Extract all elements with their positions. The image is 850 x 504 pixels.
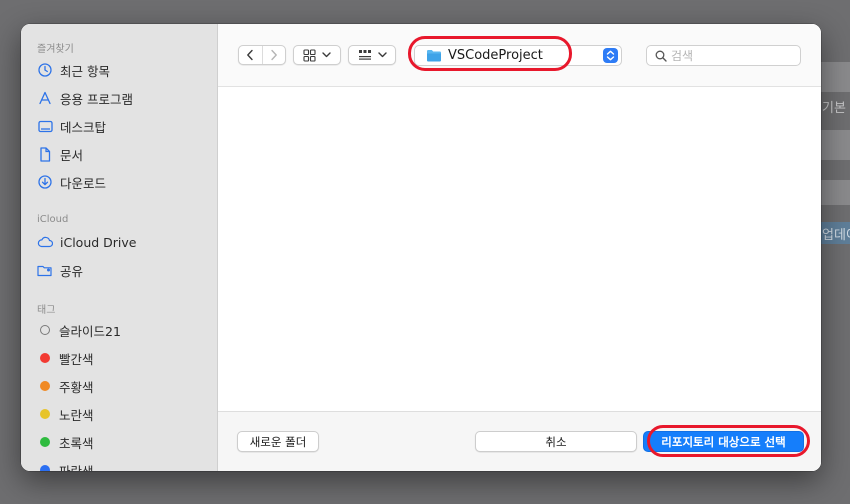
sidebar-item-label: 다운로드 (60, 175, 107, 191)
background-panel-2 (821, 130, 850, 160)
current-folder-label: VSCodeProject (448, 48, 543, 63)
sidebar-tag-blue[interactable]: 파란색 (37, 459, 94, 471)
group-by-button[interactable] (348, 45, 396, 65)
nav-buttons (238, 45, 286, 65)
search-input[interactable] (671, 48, 781, 63)
sidebar-item-label: iCloud Drive (60, 234, 137, 250)
search-field[interactable] (646, 45, 801, 66)
background-text-basic: 기본 설 (822, 101, 850, 116)
tag-orange-dot-icon (40, 381, 50, 391)
sidebar-item-label: 문서 (60, 147, 84, 163)
chevron-left-icon (247, 49, 253, 61)
sidebar-item-label: 빨간색 (59, 351, 94, 367)
chevron-down-icon (322, 52, 331, 58)
file-browser: VSCodeProject 새로운 폴더 취소 리포지토리 대상으로 선택 (218, 24, 821, 471)
sidebar-item-label: 공유 (60, 263, 84, 279)
search-icon (655, 50, 667, 62)
tag-yellow-dot-icon (40, 409, 50, 419)
file-list-area[interactable] (218, 87, 821, 411)
tag-hollow-dot-icon (40, 325, 50, 335)
cancel-button[interactable]: 취소 (475, 431, 637, 452)
favorites-section-title: 즐겨찾기 (37, 44, 74, 55)
new-folder-button[interactable]: 새로운 폴더 (237, 431, 319, 452)
sidebar-item-label: 응용 프로그램 (60, 91, 133, 107)
sidebar: 즐겨찾기 최근 항목 응용 프로그램 데스크탑 문서 다운로드 iCloud i… (21, 24, 218, 471)
tag-green-dot-icon (40, 437, 50, 447)
dialog-footer: 새로운 폴더 취소 리포지토리 대상으로 선택 (218, 411, 821, 471)
download-icon (37, 174, 53, 190)
sidebar-item-downloads[interactable]: 다운로드 (37, 171, 106, 193)
icloud-section-title: iCloud (37, 214, 69, 225)
sidebar-item-documents[interactable]: 문서 (37, 143, 83, 165)
back-button[interactable] (239, 46, 263, 64)
shared-folder-icon (37, 262, 53, 278)
chevron-right-icon (271, 49, 277, 61)
document-icon (37, 146, 53, 162)
folder-icon (427, 50, 441, 62)
sidebar-item-label: 파란색 (59, 463, 94, 472)
sidebar-item-label: 노란색 (59, 407, 94, 423)
confirm-select-button[interactable]: 리포지토리 대상으로 선택 (643, 431, 804, 452)
forward-button[interactable] (263, 46, 286, 64)
sidebar-item-label: 최근 항목 (60, 63, 110, 79)
sidebar-tag-green[interactable]: 초록색 (37, 431, 94, 453)
tags-section-title: 태그 (37, 305, 56, 316)
sidebar-item-shared[interactable]: 공유 (37, 259, 83, 281)
sidebar-item-icloud-drive[interactable]: iCloud Drive (37, 231, 136, 253)
icon-grid-view-icon (303, 48, 316, 62)
sidebar-item-recents[interactable]: 최근 항목 (37, 59, 110, 81)
chevron-down-icon (377, 52, 387, 58)
sidebar-tag-red[interactable]: 빨간색 (37, 347, 94, 369)
desktop-icon (37, 118, 53, 134)
sidebar-item-desktop[interactable]: 데스크탑 (37, 115, 106, 137)
sidebar-tag-yellow[interactable]: 노란색 (37, 403, 94, 425)
tag-blue-dot-icon (40, 465, 50, 471)
toolbar: VSCodeProject (218, 24, 821, 87)
sidebar-item-label: 슬라이드21 (59, 323, 121, 339)
location-popup[interactable]: VSCodeProject (414, 45, 622, 66)
sidebar-item-label: 주황색 (59, 379, 94, 395)
group-by-icon (358, 50, 371, 60)
sidebar-tag-orange[interactable]: 주황색 (37, 375, 94, 397)
cloud-icon (37, 234, 53, 250)
sidebar-item-label: 데스크탑 (60, 119, 107, 135)
tag-red-dot-icon (40, 353, 50, 363)
sidebar-tag-slide21[interactable]: 슬라이드21 (37, 319, 121, 341)
applications-icon (37, 90, 53, 106)
background-text-update: 업데이 (822, 228, 850, 243)
view-mode-button[interactable] (293, 45, 341, 65)
sidebar-item-applications[interactable]: 응용 프로그램 (37, 87, 133, 109)
background-panel-3 (821, 180, 850, 205)
sidebar-item-label: 초록색 (59, 435, 94, 451)
open-file-dialog: 즐겨찾기 최근 항목 응용 프로그램 데스크탑 문서 다운로드 iCloud i… (21, 24, 821, 471)
clock-icon (37, 62, 53, 78)
background-panel-1 (821, 62, 850, 92)
up-down-arrows-icon (603, 48, 618, 63)
